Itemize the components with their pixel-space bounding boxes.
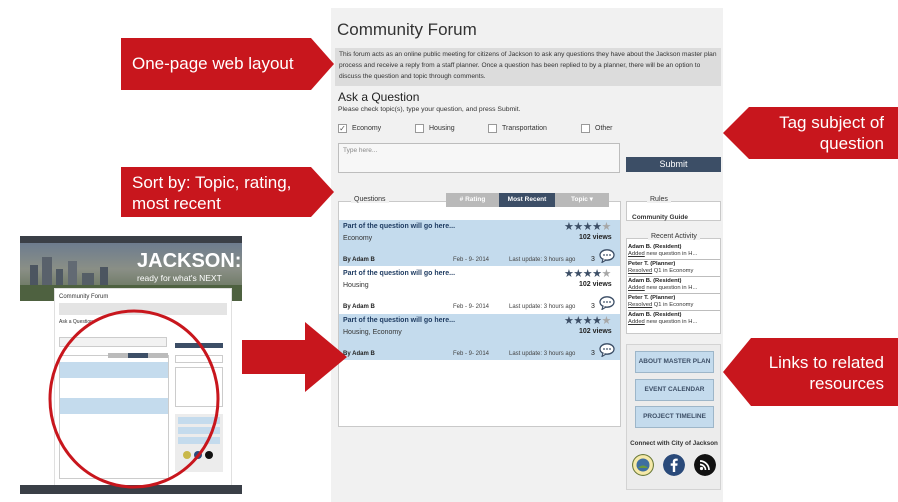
activity-item[interactable]: Peter T. (Planner) Resolved Q1 in Economy: [628, 295, 720, 309]
callout-sort: Sort by: Topic, rating, most recent: [132, 172, 292, 214]
star-icon: ★: [601, 268, 611, 280]
activity-item[interactable]: Adam B. (Resident) Added new question in …: [628, 278, 720, 292]
topic-checkbox-transportation[interactable]: Transportation: [488, 124, 547, 133]
question-author: By Adam B: [343, 257, 375, 263]
topic-checkbox-housing[interactable]: Housing: [415, 124, 455, 133]
questions-label: Questions: [351, 196, 389, 203]
activity-item[interactable]: Adam B. (Resident) Added new question in …: [628, 312, 720, 326]
sort-rating-button[interactable]: # Rating: [446, 193, 499, 207]
view-count: 102 views: [579, 328, 612, 335]
question-topic: Housing, Economy: [343, 329, 402, 336]
topic-checkbox-economy[interactable]: ✓ Economy: [338, 124, 381, 133]
recent-activity-label: Recent Activity: [648, 233, 700, 240]
chat-bubble-icon[interactable]: [599, 343, 615, 357]
callout-links: Links to related resources: [755, 352, 884, 394]
topic-checkbox-other[interactable]: Other: [581, 124, 613, 133]
question-text[interactable]: Part of the question will go here...: [343, 317, 455, 324]
rating-stars[interactable]: ★★★★★: [564, 267, 611, 280]
ask-instructions: Please check topic(s), type your questio…: [338, 106, 521, 113]
thumbnail-brand: JACKSON:: [137, 250, 242, 272]
event-calendar-button[interactable]: EVENT CALENDAR: [635, 379, 714, 401]
page-title: Community Forum: [337, 20, 477, 39]
last-update: Last update: 3 hours ago: [509, 351, 576, 357]
comment-count: 3: [591, 303, 595, 310]
callout-layout: One-page web layout: [132, 53, 294, 74]
activity-item[interactable]: Peter T. (Planner) Resolved Q1 in Economy: [628, 261, 720, 275]
question-text[interactable]: Part of the question will go here...: [343, 223, 455, 230]
star-icon: ★: [601, 221, 611, 233]
question-item[interactable]: Part of the question will go here... Eco…: [339, 220, 620, 266]
question-topic: Economy: [343, 235, 373, 242]
question-item[interactable]: Part of the question will go here... Hou…: [339, 267, 620, 313]
sort-topic-button[interactable]: Topic ▾: [555, 193, 609, 207]
question-topic: Housing: [343, 282, 369, 289]
connect-label: Connect with City of Jackson: [630, 440, 718, 447]
comment-count: 3: [591, 350, 595, 357]
activity-item[interactable]: Adam B. (Resident) Added new question in …: [628, 244, 720, 258]
view-count: 102 views: [579, 281, 612, 288]
intro-text: This forum acts as an online public meet…: [335, 48, 721, 86]
last-update: Last update: 3 hours ago: [509, 257, 576, 263]
chat-bubble-icon[interactable]: [599, 296, 615, 310]
star-icon: ★★★★: [564, 221, 602, 233]
question-date: Feb - 9- 2014: [453, 257, 490, 263]
rss-icon[interactable]: [694, 454, 716, 476]
city-seal-icon[interactable]: [632, 454, 654, 476]
about-master-plan-button[interactable]: ABOUT MASTER PLAN: [635, 351, 714, 373]
rating-stars[interactable]: ★★★★★: [564, 314, 611, 327]
star-icon: ★★★★: [564, 315, 602, 327]
question-input[interactable]: Type here...: [338, 143, 620, 173]
view-count: 102 views: [579, 234, 612, 241]
ask-question-title: Ask a Question: [338, 90, 420, 104]
callout-tag: Tag subject of question: [770, 112, 884, 154]
star-icon: ★★★★: [564, 268, 602, 280]
last-update: Last update: 3 hours ago: [509, 304, 576, 310]
forum-mockup: Community Forum This forum acts as an on…: [331, 8, 723, 502]
thumbnail-nav: [20, 236, 242, 243]
rating-stars[interactable]: ★★★★★: [564, 220, 611, 233]
thumbnail-tagline: ready for what's NEXT: [137, 273, 222, 283]
question-date: Feb - 9- 2014: [453, 304, 490, 310]
question-text[interactable]: Part of the question will go here...: [343, 270, 455, 277]
submit-button[interactable]: Submit: [626, 157, 721, 172]
project-timeline-button[interactable]: PROJECT TIMELINE: [635, 406, 714, 428]
community-guide-link[interactable]: Community Guide: [632, 214, 688, 221]
facebook-icon[interactable]: [663, 454, 685, 476]
question-item[interactable]: Part of the question will go here... Hou…: [339, 314, 620, 360]
comment-count: 3: [591, 256, 595, 263]
rules-label: Rules: [647, 196, 671, 203]
chat-bubble-icon[interactable]: [599, 249, 615, 263]
sort-recent-button[interactable]: Most Recent: [499, 193, 555, 207]
star-icon: ★: [601, 315, 611, 327]
magnifier-circle: [48, 309, 220, 489]
question-date: Feb - 9- 2014: [453, 351, 490, 357]
checkbox-check-icon[interactable]: ✓: [338, 124, 347, 133]
question-author: By Adam B: [343, 304, 375, 310]
